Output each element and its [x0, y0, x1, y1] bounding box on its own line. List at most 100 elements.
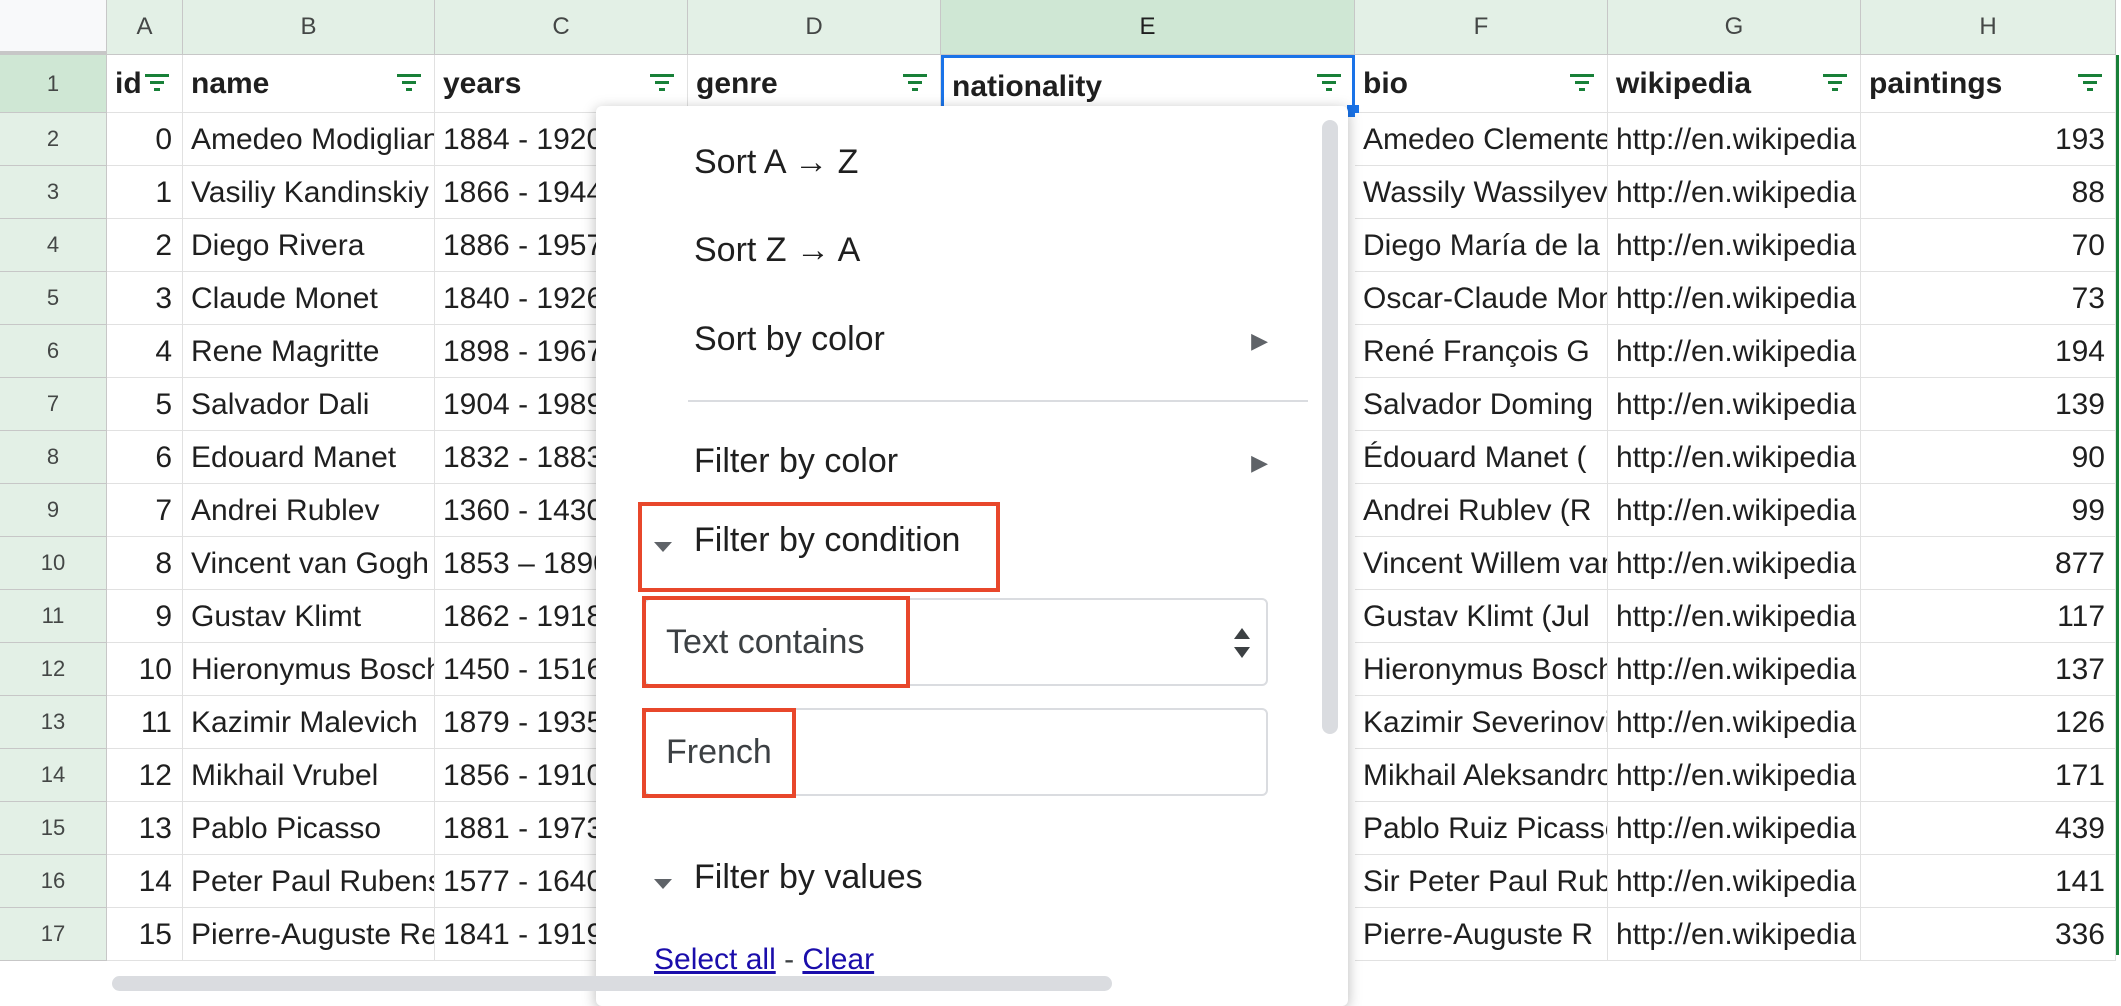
row-header[interactable]: 9: [0, 484, 107, 537]
header-cell-nationality[interactable]: nationality: [941, 55, 1355, 113]
table-cell-paintings[interactable]: 88: [1861, 166, 2116, 219]
table-cell-wiki[interactable]: http://en.wikipedia: [1608, 113, 1861, 166]
table-cell-id[interactable]: 12: [107, 749, 183, 802]
filter-by-color-item[interactable]: Filter by color: [694, 442, 898, 481]
table-cell-paintings[interactable]: 139: [1861, 378, 2116, 431]
table-cell-wiki[interactable]: http://en.wikipedia: [1608, 325, 1861, 378]
table-cell-wiki[interactable]: http://en.wikipedia: [1608, 908, 1861, 961]
table-cell-paintings[interactable]: 193: [1861, 113, 2116, 166]
filter-icon[interactable]: [1315, 71, 1343, 95]
table-cell-id[interactable]: 8: [107, 537, 183, 590]
table-cell-name[interactable]: Pablo Picasso: [183, 802, 435, 855]
table-cell-wiki[interactable]: http://en.wikipedia: [1608, 590, 1861, 643]
table-cell-id[interactable]: 13: [107, 802, 183, 855]
table-cell-name[interactable]: Vincent van Gogh: [183, 537, 435, 590]
select-all-corner[interactable]: [0, 0, 107, 55]
row-header[interactable]: 11: [0, 590, 107, 643]
table-cell-wiki[interactable]: http://en.wikipedia: [1608, 696, 1861, 749]
row-header[interactable]: 15: [0, 802, 107, 855]
column-header-h[interactable]: H: [1861, 0, 2116, 55]
row-header[interactable]: 8: [0, 431, 107, 484]
table-cell-paintings[interactable]: 137: [1861, 643, 2116, 696]
row-header[interactable]: 13: [0, 696, 107, 749]
table-cell-bio[interactable]: Amedeo Clemente: [1355, 113, 1608, 166]
table-cell-wiki[interactable]: http://en.wikipedia: [1608, 484, 1861, 537]
table-cell-id[interactable]: 11: [107, 696, 183, 749]
row-header[interactable]: 2: [0, 113, 107, 166]
row-header[interactable]: 6: [0, 325, 107, 378]
table-cell-name[interactable]: Mikhail Vrubel: [183, 749, 435, 802]
row-header[interactable]: 3: [0, 166, 107, 219]
table-cell-name[interactable]: Andrei Rublev: [183, 484, 435, 537]
filter-icon[interactable]: [1568, 71, 1596, 95]
table-cell-wiki[interactable]: http://en.wikipedia: [1608, 643, 1861, 696]
table-cell-name[interactable]: Kazimir Malevich: [183, 696, 435, 749]
column-header-a[interactable]: A: [107, 0, 183, 55]
column-header-f[interactable]: F: [1355, 0, 1608, 55]
table-cell-name[interactable]: Amedeo Modigliani: [183, 113, 435, 166]
table-cell-paintings[interactable]: 171: [1861, 749, 2116, 802]
table-cell-paintings[interactable]: 73: [1861, 272, 2116, 325]
table-cell-bio[interactable]: Pablo Ruiz Picasso: [1355, 802, 1608, 855]
table-cell-bio[interactable]: Oscar-Claude Monet: [1355, 272, 1608, 325]
table-cell-paintings[interactable]: 117: [1861, 590, 2116, 643]
select-all-link[interactable]: Select all: [654, 943, 776, 976]
table-cell-name[interactable]: Edouard Manet: [183, 431, 435, 484]
sort-by-color-item[interactable]: Sort by color: [694, 320, 885, 359]
table-cell-name[interactable]: Vasiliy Kandinskiy: [183, 166, 435, 219]
table-cell-id[interactable]: 14: [107, 855, 183, 908]
filter-icon[interactable]: [395, 71, 423, 95]
table-cell-bio[interactable]: Sir Peter Paul Rubens: [1355, 855, 1608, 908]
table-cell-bio[interactable]: Édouard Manet (: [1355, 431, 1608, 484]
table-cell-wiki[interactable]: http://en.wikipedia: [1608, 272, 1861, 325]
table-cell-name[interactable]: Gustav Klimt: [183, 590, 435, 643]
table-cell-wiki[interactable]: http://en.wikipedia: [1608, 166, 1861, 219]
row-header[interactable]: 16: [0, 855, 107, 908]
sort-z-a-item[interactable]: Sort Z → A: [694, 231, 860, 270]
sort-a-z-item[interactable]: Sort A → Z: [694, 143, 858, 182]
table-cell-bio[interactable]: Vincent Willem van: [1355, 537, 1608, 590]
table-cell-bio[interactable]: Wassily Wassilyevich: [1355, 166, 1608, 219]
table-cell-id[interactable]: 9: [107, 590, 183, 643]
table-cell-paintings[interactable]: 194: [1861, 325, 2116, 378]
row-header[interactable]: 5: [0, 272, 107, 325]
table-cell-id[interactable]: 3: [107, 272, 183, 325]
menu-scrollbar[interactable]: [1322, 120, 1338, 734]
column-header-d[interactable]: D: [688, 0, 941, 55]
row-header[interactable]: 7: [0, 378, 107, 431]
table-cell-name[interactable]: Salvador Dali: [183, 378, 435, 431]
table-cell-bio[interactable]: Salvador Doming: [1355, 378, 1608, 431]
table-cell-wiki[interactable]: http://en.wikipedia: [1608, 855, 1861, 908]
table-cell-id[interactable]: 7: [107, 484, 183, 537]
filter-icon[interactable]: [2076, 71, 2104, 95]
clear-link[interactable]: Clear: [802, 943, 874, 976]
filter-icon[interactable]: [143, 71, 171, 95]
filter-by-values-toggle[interactable]: Filter by values: [694, 858, 923, 897]
filter-icon[interactable]: [901, 71, 929, 95]
table-cell-paintings[interactable]: 141: [1861, 855, 2116, 908]
table-cell-bio[interactable]: Diego María de la: [1355, 219, 1608, 272]
table-cell-id[interactable]: 15: [107, 908, 183, 961]
table-cell-paintings[interactable]: 126: [1861, 696, 2116, 749]
horizontal-scrollbar[interactable]: [112, 976, 1112, 991]
table-cell-id[interactable]: 6: [107, 431, 183, 484]
row-header[interactable]: 1: [0, 55, 107, 113]
row-header[interactable]: 10: [0, 537, 107, 590]
table-cell-bio[interactable]: Hieronymus Bosch: [1355, 643, 1608, 696]
table-cell-name[interactable]: Diego Rivera: [183, 219, 435, 272]
row-header[interactable]: 14: [0, 749, 107, 802]
table-cell-id[interactable]: 5: [107, 378, 183, 431]
table-cell-paintings[interactable]: 90: [1861, 431, 2116, 484]
table-cell-paintings[interactable]: 439: [1861, 802, 2116, 855]
table-cell-name[interactable]: Pierre-Auguste Renoir: [183, 908, 435, 961]
table-cell-wiki[interactable]: http://en.wikipedia: [1608, 378, 1861, 431]
table-cell-wiki[interactable]: http://en.wikipedia: [1608, 802, 1861, 855]
table-cell-id[interactable]: 2: [107, 219, 183, 272]
table-cell-paintings[interactable]: 877: [1861, 537, 2116, 590]
table-cell-paintings[interactable]: 70: [1861, 219, 2116, 272]
table-cell-id[interactable]: 10: [107, 643, 183, 696]
table-cell-name[interactable]: Peter Paul Rubens: [183, 855, 435, 908]
column-header-e[interactable]: E: [941, 0, 1355, 55]
filter-icon[interactable]: [1821, 71, 1849, 95]
column-header-b[interactable]: B: [183, 0, 435, 55]
